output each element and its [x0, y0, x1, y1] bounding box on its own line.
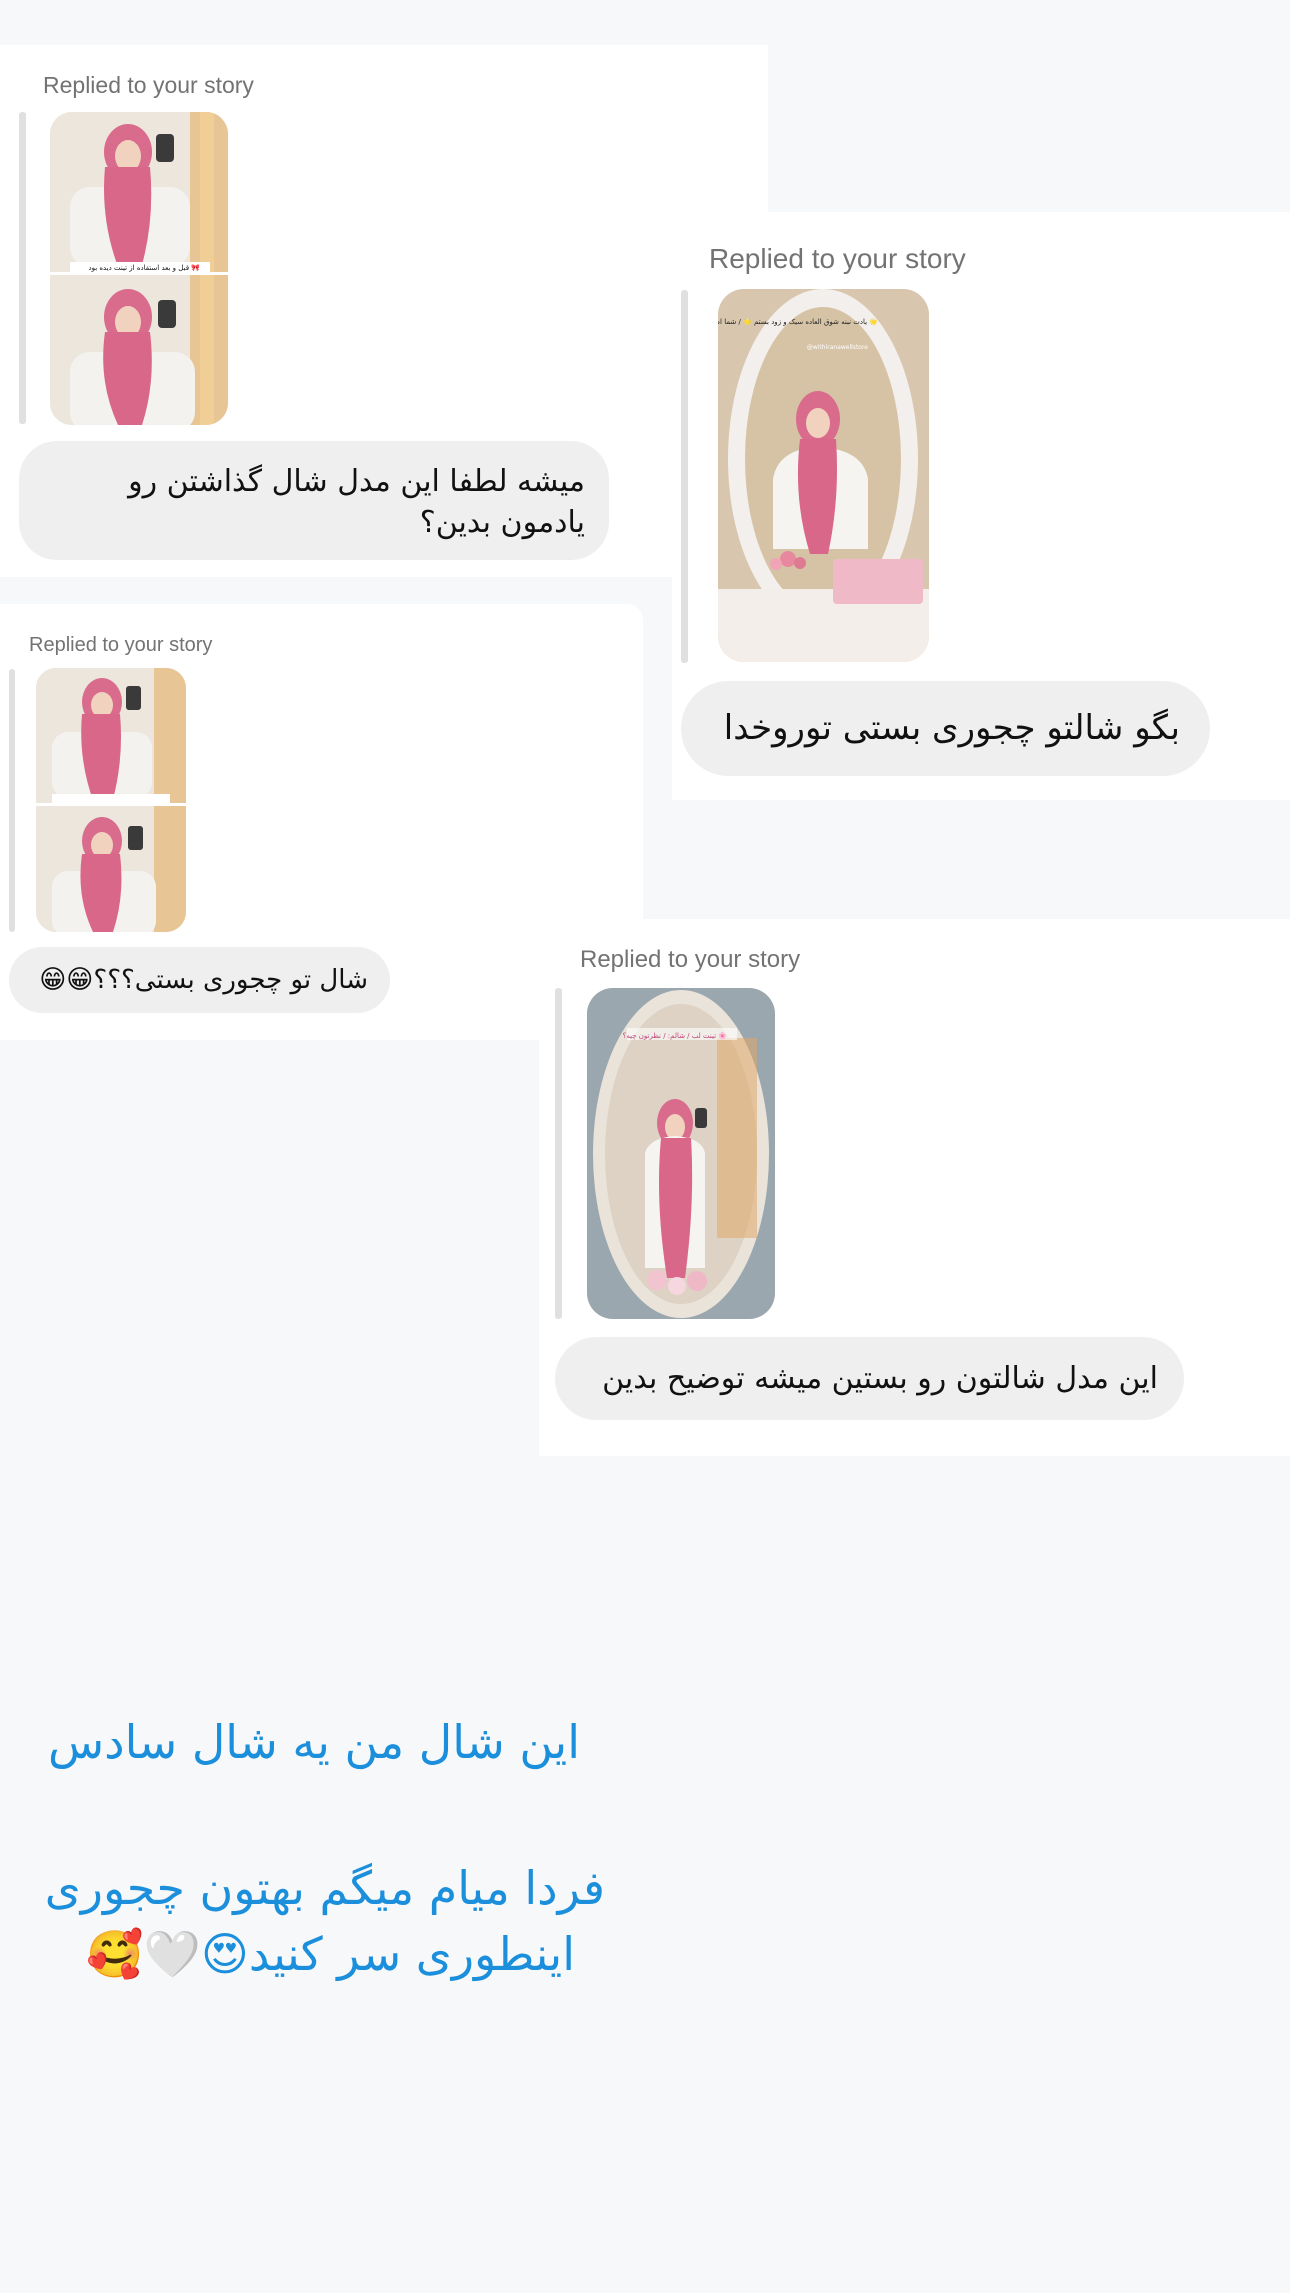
story-caption-line-2: فردا میام میگم بهتون چجوری [44, 1861, 605, 1915]
svg-text:قبل و بعد استفاده از تینت دیده: قبل و بعد استفاده از تینت دیده بود 🎀 [88, 264, 200, 272]
story-thumbnail[interactable] [36, 668, 186, 932]
replied-label: Replied to your story [29, 634, 213, 656]
story-caption-line-3: اینطوری سر کنید😍🤍🥰 [86, 1927, 575, 1981]
message-bubble[interactable]: این مدل شالتون رو بستین میشه توضیح بدین [555, 1337, 1184, 1420]
svg-text:تینت لب / شالم: / نظرتون چیه؟: تینت لب / شالم: / نظرتون چیه؟ 🌸 [623, 1031, 728, 1040]
replied-label: Replied to your story [580, 946, 801, 973]
story-thumbnail[interactable]: یادت نبنه شوق العاده سیک و زود بستم 🌟 / … [718, 289, 929, 662]
replied-label: Replied to your story [43, 72, 254, 98]
story-thumbnail[interactable]: قبل و بعد استفاده از تینت دیده بود 🎀 [50, 112, 228, 425]
story-caption-line-1: این شال من یه شال سادس [48, 1715, 580, 1769]
reply-quote-bar [555, 988, 562, 1319]
reply-quote-bar [681, 290, 688, 663]
message-bubble[interactable]: شال تو چجوری بستی؟؟؟😁😁 [9, 947, 390, 1013]
message-bubble[interactable]: میشه لطفا این مدل شال گذاشتن رو یادمون ب… [19, 441, 609, 560]
svg-text:یادت نبنه شوق العاده سیک و زود: یادت نبنه شوق العاده سیک و زود بستم 🌟 / … [718, 317, 878, 326]
svg-text:@withiranawellstore: @withiranawellstore [807, 344, 868, 351]
story-thumbnail[interactable]: تینت لب / شالم: / نظرتون چیه؟ 🌸 [587, 988, 775, 1319]
reply-quote-bar [19, 112, 26, 424]
replied-label: Replied to your story [709, 243, 966, 274]
reply-quote-bar [9, 669, 15, 932]
message-bubble[interactable]: بگو شالتو چجوری بستی توروخدا [681, 681, 1210, 776]
